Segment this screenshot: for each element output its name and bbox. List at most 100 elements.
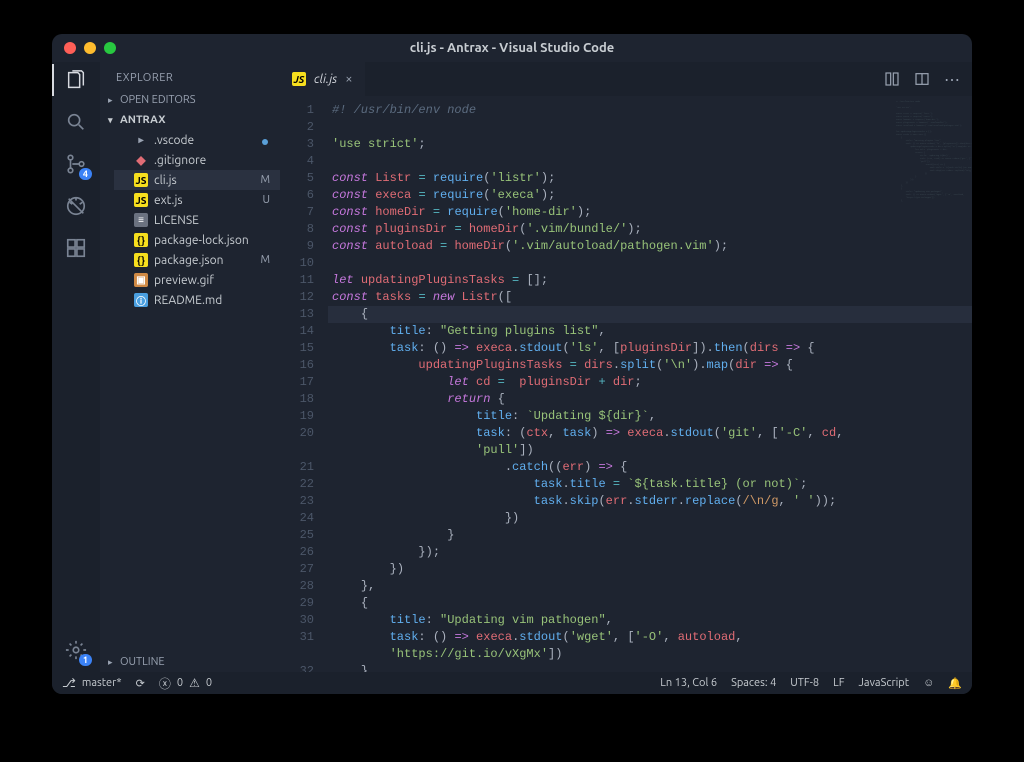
file-status: M bbox=[260, 254, 270, 266]
problems[interactable]: ⓧ0 ⚠0 bbox=[159, 675, 212, 692]
file-package-lock-json[interactable]: {} package-lock.json bbox=[114, 230, 280, 250]
close-window-button[interactable] bbox=[64, 42, 76, 54]
code-line[interactable]: { bbox=[328, 306, 972, 323]
scm-badge: 4 bbox=[79, 168, 92, 180]
js-file-icon: JS bbox=[292, 72, 306, 86]
code-editor[interactable]: 1234567891011121314151617181920212223242… bbox=[280, 96, 972, 672]
open-editors-section[interactable]: ▸ OPEN EDITORS bbox=[100, 90, 280, 110]
chevron-right-icon: ▸ bbox=[108, 657, 116, 668]
md-file-icon: ⓘ bbox=[134, 293, 148, 307]
js-file-icon: JS bbox=[134, 193, 148, 207]
file-name: .vscode bbox=[154, 134, 194, 147]
code-line[interactable]: 'use strict'; bbox=[328, 136, 972, 153]
file-ext-js[interactable]: JSext.jsU bbox=[114, 190, 280, 210]
settings-badge: 1 bbox=[79, 654, 92, 666]
explorer-icon[interactable] bbox=[64, 68, 88, 92]
close-tab-icon[interactable]: × bbox=[345, 72, 352, 86]
code-line[interactable]: }) bbox=[328, 561, 972, 578]
sidebar: EXPLORER ▸ OPEN EDITORS ▾ ANTRAX ▸.vscod… bbox=[100, 62, 280, 672]
minimap[interactable]: #! /usr/bin/env node 'use strict'; const… bbox=[892, 96, 972, 672]
minimize-window-button[interactable] bbox=[84, 42, 96, 54]
code-line[interactable]: title: "Updating vim pathogen", bbox=[328, 612, 972, 629]
code-line[interactable]: const pluginsDir = homeDir('.vim/bundle/… bbox=[328, 221, 972, 238]
compare-changes-icon[interactable] bbox=[884, 71, 900, 87]
file-cli-js[interactable]: JScli.jsM bbox=[114, 170, 280, 190]
modified-dot-icon bbox=[262, 139, 268, 145]
file-status: M bbox=[260, 174, 270, 186]
debug-icon[interactable] bbox=[64, 194, 88, 218]
tab-label: cli.js bbox=[314, 73, 337, 86]
code-line[interactable]: task: () => execa.stdout('ls', [pluginsD… bbox=[328, 340, 972, 357]
file--gitignore[interactable]: ◆.gitignore bbox=[114, 150, 280, 170]
code-line[interactable]: { bbox=[328, 595, 972, 612]
window-title: cli.js - Antrax - Visual Studio Code bbox=[410, 41, 615, 55]
img-file-icon: ▣ bbox=[134, 273, 148, 287]
json-file-icon: {} bbox=[134, 233, 148, 247]
code-line[interactable]: title: `Updating ${dir}`, bbox=[328, 408, 972, 425]
status-bar: ⎇ master* ⟳ ⓧ0 ⚠0 Ln 13, Col 6 Spaces: 4… bbox=[52, 672, 972, 694]
code-line[interactable]: const Listr = require('listr'); bbox=[328, 170, 972, 187]
code-line[interactable]: }, bbox=[328, 578, 972, 595]
code-line[interactable]: }) bbox=[328, 510, 972, 527]
code-line[interactable]: task: () => execa.stdout('wget', ['-O', … bbox=[328, 629, 972, 646]
code-line[interactable]: task.skip(err.stderr.replace(/\n/g, ' ')… bbox=[328, 493, 972, 510]
file-name: preview.gif bbox=[154, 274, 214, 287]
file--vscode[interactable]: ▸.vscode bbox=[114, 130, 280, 150]
code-line[interactable]: 'pull']) bbox=[328, 442, 972, 459]
code-line[interactable]: 'https://git.io/vXgMx']) bbox=[328, 646, 972, 663]
maximize-window-button[interactable] bbox=[104, 42, 116, 54]
code-line[interactable]: const tasks = new Listr([ bbox=[328, 289, 972, 306]
file-name: package.json bbox=[154, 254, 223, 267]
eol[interactable]: LF bbox=[833, 677, 844, 689]
file-README-md[interactable]: ⓘ README.md bbox=[114, 290, 280, 310]
chevron-right-icon: ▸ bbox=[108, 95, 116, 106]
search-icon[interactable] bbox=[64, 110, 88, 134]
tab-cli-js[interactable]: JS cli.js × bbox=[280, 62, 365, 96]
code-line[interactable]: #! /usr/bin/env node bbox=[328, 102, 972, 119]
code-line[interactable]: task: (ctx, task) => execa.stdout('git',… bbox=[328, 425, 972, 442]
source-control-icon[interactable]: 4 bbox=[64, 152, 88, 176]
js-file-icon: JS bbox=[134, 173, 148, 187]
file-name: .gitignore bbox=[154, 154, 206, 167]
code-line[interactable]: task.title = `${task.title} (or not)`; bbox=[328, 476, 972, 493]
indentation[interactable]: Spaces: 4 bbox=[731, 677, 776, 689]
file-preview-gif[interactable]: ▣ preview.gif bbox=[114, 270, 280, 290]
split-editor-icon[interactable] bbox=[914, 71, 930, 87]
file-name: README.md bbox=[154, 294, 222, 307]
code-line[interactable]: updatingPluginsTasks = dirs.split('\n').… bbox=[328, 357, 972, 374]
outline-section[interactable]: ▸ OUTLINE bbox=[100, 652, 280, 672]
code-line[interactable]: }, bbox=[328, 663, 972, 672]
project-section[interactable]: ▾ ANTRAX bbox=[100, 110, 280, 130]
code-line[interactable] bbox=[328, 119, 972, 136]
git-branch[interactable]: ⎇ master* bbox=[62, 676, 122, 690]
code-line[interactable]: let updatingPluginsTasks = []; bbox=[328, 272, 972, 289]
warning-icon: ⚠ bbox=[189, 676, 200, 690]
encoding[interactable]: UTF-8 bbox=[790, 677, 819, 689]
code-line[interactable]: return { bbox=[328, 391, 972, 408]
code-line[interactable] bbox=[328, 153, 972, 170]
code-line[interactable]: const homeDir = require('home-dir'); bbox=[328, 204, 972, 221]
file-package-json[interactable]: {}package.jsonM bbox=[114, 250, 280, 270]
settings-gear-icon[interactable]: 1 bbox=[64, 638, 88, 662]
file-LICENSE[interactable]: ≡LICENSE bbox=[114, 210, 280, 230]
cursor-position[interactable]: Ln 13, Col 6 bbox=[660, 677, 717, 689]
more-actions-icon[interactable]: ⋯ bbox=[944, 70, 960, 89]
code-line[interactable]: } bbox=[328, 527, 972, 544]
chevron-down-icon: ▾ bbox=[108, 115, 116, 126]
file-name: LICENSE bbox=[154, 214, 199, 227]
extensions-icon[interactable] bbox=[64, 236, 88, 260]
code-line[interactable]: title: "Getting plugins list", bbox=[328, 323, 972, 340]
code-line[interactable]: let cd = pluginsDir + dir; bbox=[328, 374, 972, 391]
error-icon: ⓧ bbox=[159, 675, 171, 692]
branch-icon: ⎇ bbox=[62, 676, 76, 690]
file-name: package-lock.json bbox=[154, 234, 249, 247]
sync-button[interactable]: ⟳ bbox=[136, 677, 145, 690]
code-line[interactable]: const execa = require('execa'); bbox=[328, 187, 972, 204]
code-line[interactable]: const autoload = homeDir('.vim/autoload/… bbox=[328, 238, 972, 255]
feedback-icon[interactable]: ☺ bbox=[923, 677, 934, 689]
code-line[interactable]: .catch((err) => { bbox=[328, 459, 972, 476]
code-line[interactable] bbox=[328, 255, 972, 272]
language-mode[interactable]: JavaScript bbox=[859, 677, 910, 689]
code-line[interactable]: }); bbox=[328, 544, 972, 561]
notifications-icon[interactable]: 🔔 bbox=[948, 677, 962, 690]
